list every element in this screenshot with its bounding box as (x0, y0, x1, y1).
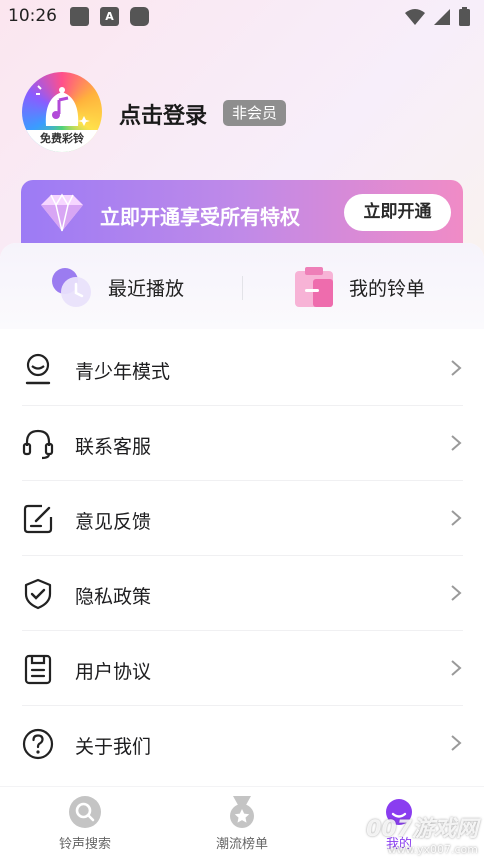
search-icon (69, 796, 101, 828)
chevron-right-icon (451, 435, 462, 451)
quick-access-row: 最近播放 我的铃单 (0, 243, 484, 329)
chevron-right-icon (451, 735, 462, 751)
vip-open-button[interactable]: 立即开通 (344, 194, 451, 231)
watermark-url: www.yx007.com (387, 843, 478, 856)
settings-menu: 青少年模式 联系客服 意见反馈 隐私政策 用户协议 关于我们 (0, 331, 484, 781)
main-card: 最近播放 我的铃单 青少年模式 联系客服 意见反馈 隐私政策 用户协议 关于我们 (0, 243, 484, 860)
chevron-right-icon (451, 660, 462, 676)
menu-item-privacy-policy[interactable]: 隐私政策 (22, 556, 463, 631)
watermark-main: 007游戏网 (366, 817, 478, 842)
menu-label-customer-service: 联系客服 (75, 436, 152, 458)
avatar-caption: 免费彩铃 (22, 130, 102, 152)
menu-item-customer-service[interactable]: 联系客服 (22, 406, 463, 481)
login-prompt[interactable]: 点击登录 (119, 98, 207, 130)
tab-label-trending-chart: 潮流榜单 (215, 837, 268, 852)
member-status-badge: 非会员 (223, 100, 287, 126)
agreement-icon (24, 654, 52, 685)
menu-label-user-agreement: 用户协议 (75, 661, 152, 683)
tab-label-ringtone-search: 铃声搜索 (58, 837, 111, 852)
status-time: 10:26 (8, 6, 57, 26)
chevron-right-icon (451, 510, 462, 526)
my-playlist-label: 我的铃单 (349, 277, 426, 300)
menu-item-feedback[interactable]: 意见反馈 (22, 481, 463, 556)
chevron-right-icon (451, 360, 462, 376)
notification-a-icon: A (100, 7, 119, 26)
bell-music-icon (36, 85, 90, 126)
menu-label-about-us: 关于我们 (75, 736, 152, 758)
vip-banner[interactable]: 立即开通享受所有特权 立即开通 (21, 180, 463, 246)
quick-divider (242, 276, 243, 300)
headset-icon (22, 429, 54, 460)
avatar[interactable]: 免费彩铃 (22, 72, 102, 152)
cell-signal-icon (434, 8, 450, 25)
feedback-icon (23, 504, 53, 534)
diamond-icon (41, 193, 83, 232)
teen-mode-icon (25, 353, 51, 385)
menu-label-teen-mode: 青少年模式 (75, 361, 171, 383)
my-playlist-button[interactable]: 我的铃单 (293, 265, 425, 309)
notification-square-icon (70, 7, 89, 26)
battery-icon (459, 7, 470, 26)
help-icon (22, 728, 54, 760)
ranking-medal-icon (230, 796, 254, 828)
tab-ringtone-search[interactable]: 铃声搜索 (35, 795, 135, 857)
menu-item-about-us[interactable]: 关于我们 (22, 706, 463, 781)
watermark: 007游戏网 www.yx007.com (366, 811, 478, 856)
status-bar: 10:26 A (0, 0, 484, 34)
recent-play-button[interactable]: 最近播放 (50, 265, 184, 309)
menu-item-user-agreement[interactable]: 用户协议 (22, 631, 463, 706)
recent-play-icon (52, 268, 91, 307)
menu-label-privacy-policy: 隐私政策 (75, 586, 152, 608)
menu-item-teen-mode[interactable]: 青少年模式 (22, 331, 463, 406)
wifi-icon (405, 8, 425, 25)
menu-label-feedback: 意见反馈 (75, 511, 152, 533)
tab-trending-chart[interactable]: 潮流榜单 (192, 795, 292, 857)
shield-icon (24, 578, 52, 610)
notification-app-icon (130, 7, 149, 26)
recent-play-label: 最近播放 (108, 277, 185, 300)
vip-promo-text: 立即开通享受所有特权 (100, 205, 300, 229)
playlist-clipboard-icon (295, 267, 333, 307)
chevron-right-icon (451, 585, 462, 601)
